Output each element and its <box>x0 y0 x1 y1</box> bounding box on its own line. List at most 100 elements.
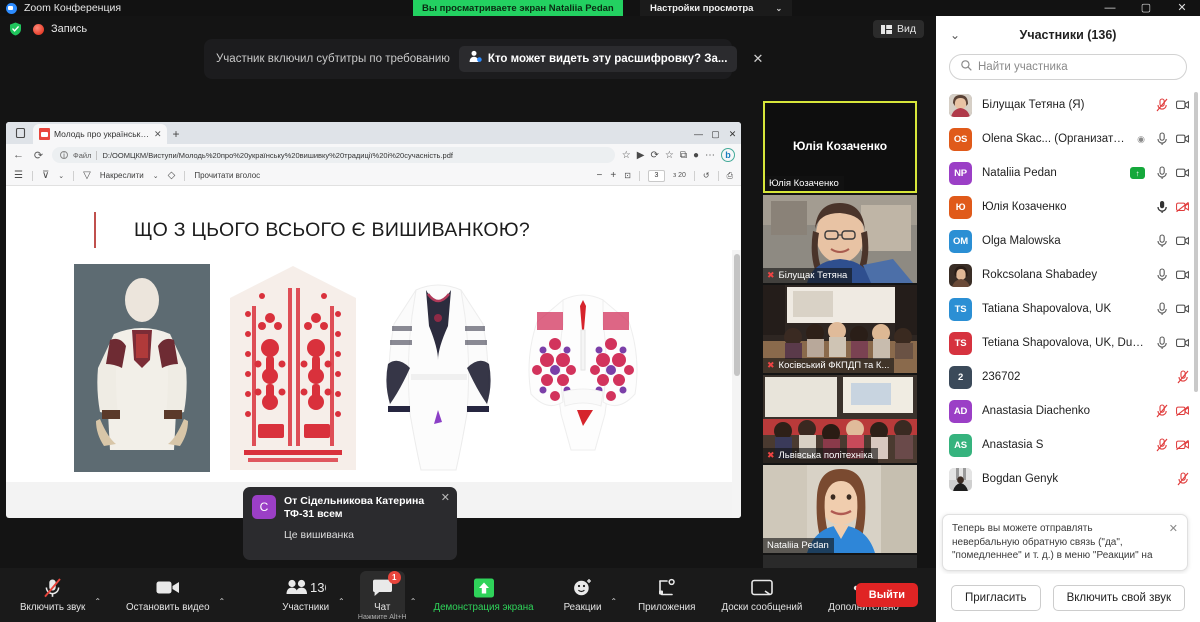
close-icon[interactable]: ✕ <box>441 491 450 504</box>
mic-muted-icon[interactable] <box>1155 98 1168 112</box>
toolbar-button-reactions[interactable]: Реакции <box>560 571 606 619</box>
participant-row[interactable]: Rokcsolana Shabadey <box>936 258 1200 292</box>
page-number-input[interactable]: 3 <box>647 169 665 182</box>
mic-options-caret-icon[interactable]: ⌃ <box>89 597 106 606</box>
more-options-icon[interactable]: ⋯ <box>705 150 715 161</box>
chevron-down-icon[interactable]: ⌄ <box>58 172 64 180</box>
favorites-icon[interactable]: ☆ <box>665 150 674 161</box>
recording-indicator-icon[interactable] <box>33 23 44 35</box>
camera-muted-icon[interactable] <box>1176 405 1189 418</box>
camera-icon[interactable] <box>1176 235 1189 248</box>
toolbar-button-apps[interactable]: Приложения <box>634 571 699 619</box>
camera-icon[interactable] <box>1176 303 1189 316</box>
participant-search-input[interactable]: Найти участника <box>949 54 1187 80</box>
participant-row[interactable]: TS Tatiana Shapovalova, UK <box>936 292 1200 326</box>
participants-scrollbar-thumb[interactable] <box>1194 92 1198 392</box>
toolbar-button-whiteboards[interactable]: Доски сообщений <box>717 571 806 619</box>
captions-info-button[interactable]: Кто может видеть эту расшифровку? За... <box>458 46 738 72</box>
profile-avatar-icon[interactable]: ● <box>693 150 699 161</box>
video-tile-active[interactable]: Юлія Козаченко Юлія Козаченко <box>763 101 917 193</box>
close-button[interactable]: ✕ <box>1164 0 1200 16</box>
toc-icon[interactable]: ☰ <box>14 170 23 181</box>
close-icon[interactable]: ✕ <box>752 51 763 67</box>
zoom-out-button[interactable]: − <box>597 170 603 181</box>
camera-icon[interactable] <box>1176 99 1189 112</box>
camera-muted-icon[interactable] <box>1176 201 1189 214</box>
mic-muted-icon[interactable] <box>1176 370 1189 384</box>
video-tile[interactable]: ✖ Білущак Тетяна <box>763 195 917 283</box>
erase-icon[interactable]: ◇ <box>168 170 176 181</box>
camera-icon[interactable] <box>1176 133 1189 146</box>
unmute-self-button[interactable]: Включить свой звук <box>1052 585 1186 611</box>
chevron-down-icon[interactable]: ⌄ <box>153 172 159 180</box>
mic-icon[interactable] <box>1155 234 1168 248</box>
toolbar-button-unmute[interactable]: Включить звук <box>16 571 89 619</box>
pdf-scrollbar-thumb[interactable] <box>734 254 740 376</box>
video-options-caret-icon[interactable]: ⌃ <box>214 597 231 606</box>
browser-minimize-button[interactable]: — <box>690 124 707 144</box>
mic-muted-icon[interactable] <box>1155 404 1168 418</box>
chevron-down-icon[interactable]: ⌄ <box>950 28 960 42</box>
fit-page-icon[interactable]: ⊡ <box>624 171 631 180</box>
zoom-in-button[interactable]: + <box>610 170 616 181</box>
participant-row[interactable]: AD Anastasia Diachenko <box>936 394 1200 428</box>
collections-icon[interactable]: ⧉ <box>680 150 687 161</box>
tab-close-icon[interactable]: ✕ <box>154 129 162 140</box>
minimize-button[interactable]: — <box>1092 0 1128 16</box>
video-tile[interactable]: Nataliia Pedan <box>763 465 917 553</box>
copilot-icon[interactable]: b <box>721 148 735 162</box>
highlight-icon[interactable]: ⊽ <box>42 170 49 181</box>
mic-active-icon[interactable] <box>1155 201 1168 214</box>
mic-icon[interactable] <box>1155 336 1168 350</box>
mic-icon[interactable] <box>1155 132 1168 146</box>
save-icon[interactable]: ⎙ <box>727 171 733 181</box>
camera-muted-icon[interactable] <box>1176 439 1189 452</box>
participant-row[interactable]: OS Olena Skac... (Организатор) ◉ <box>936 122 1200 156</box>
participant-row[interactable]: Білущак Тетяна (Я) <box>936 88 1200 122</box>
back-icon[interactable]: ← <box>12 149 25 161</box>
rotate-icon[interactable]: ↺ <box>703 171 710 180</box>
mic-icon[interactable] <box>1155 302 1168 316</box>
participant-row[interactable]: 2 236702 <box>936 360 1200 394</box>
chat-notification-toast[interactable]: С От Сідельникова Катерина ТФ-31 всем Це… <box>243 487 457 560</box>
browser-maximize-button[interactable]: ▢ <box>707 124 724 144</box>
browser-close-button[interactable]: ✕ <box>724 124 741 144</box>
view-button[interactable]: Вид <box>873 20 924 38</box>
toolbar-button-share-screen[interactable]: Демонстрация экрана <box>429 571 537 619</box>
participant-row[interactable]: Ю Юлія Козаченко <box>936 190 1200 224</box>
mic-muted-icon[interactable] <box>1155 438 1168 452</box>
video-tile[interactable]: ✖ Львівська політехніка <box>763 375 917 463</box>
participant-row[interactable]: TS Tetiana Shapovalova, UK, Dund... <box>936 326 1200 360</box>
video-tile[interactable]: ✖ Косівський ФКПДП та К... <box>763 285 917 373</box>
collections-add-icon[interactable]: ☆ <box>622 150 631 161</box>
maximize-button[interactable]: ▢ <box>1128 0 1164 16</box>
read-aloud-label[interactable]: Прочитати вголос <box>194 171 260 180</box>
new-tab-button[interactable]: + <box>173 127 180 141</box>
toolbar-button-chat[interactable]: 1 Чат Нажмите Alt+H <box>358 571 407 621</box>
reactions-options-caret-icon[interactable]: ⌃ <box>605 597 622 606</box>
address-bar[interactable]: i Файл D:/ООМЦКМ/Виступи/Молодь%20про%20… <box>52 147 615 163</box>
participant-row[interactable]: OM Olga Malowska <box>936 224 1200 258</box>
info-icon[interactable]: i <box>60 151 68 160</box>
participants-list[interactable]: Білущак Тетяна (Я) OS Olena Skac... (Орг… <box>936 88 1200 574</box>
chat-options-caret-icon[interactable]: ⌃ <box>405 597 422 606</box>
leave-meeting-button[interactable]: Выйти <box>855 583 918 607</box>
participant-row[interactable]: AS Anastasia S <box>936 428 1200 462</box>
camera-icon[interactable] <box>1176 337 1189 350</box>
browser-tab[interactable]: Молодь про українську вишив ✕ <box>33 124 167 144</box>
invite-button[interactable]: Пригласить <box>950 585 1041 611</box>
close-icon[interactable]: ✕ <box>1169 522 1178 563</box>
camera-icon[interactable] <box>1176 269 1189 282</box>
toolbar-button-stop-video[interactable]: Остановить видео <box>122 571 213 619</box>
draw-icon[interactable]: ▽ <box>83 170 91 181</box>
participant-row[interactable]: Bogdan Genyk <box>936 462 1200 496</box>
participant-row[interactable]: NP Nataliia Pedan ↑ <box>936 156 1200 190</box>
view-options-button[interactable]: Настройки просмотра ⌄ <box>640 0 793 16</box>
mic-icon[interactable] <box>1155 166 1168 180</box>
participants-options-caret-icon[interactable]: ⌃ <box>333 597 350 606</box>
mic-muted-icon[interactable] <box>1176 472 1189 486</box>
camera-icon[interactable] <box>1176 167 1189 180</box>
toolbar-button-participants[interactable]: 136 Участники <box>278 571 333 619</box>
tab-search-icon[interactable] <box>9 123 31 143</box>
encryption-shield-icon[interactable] <box>9 22 22 36</box>
